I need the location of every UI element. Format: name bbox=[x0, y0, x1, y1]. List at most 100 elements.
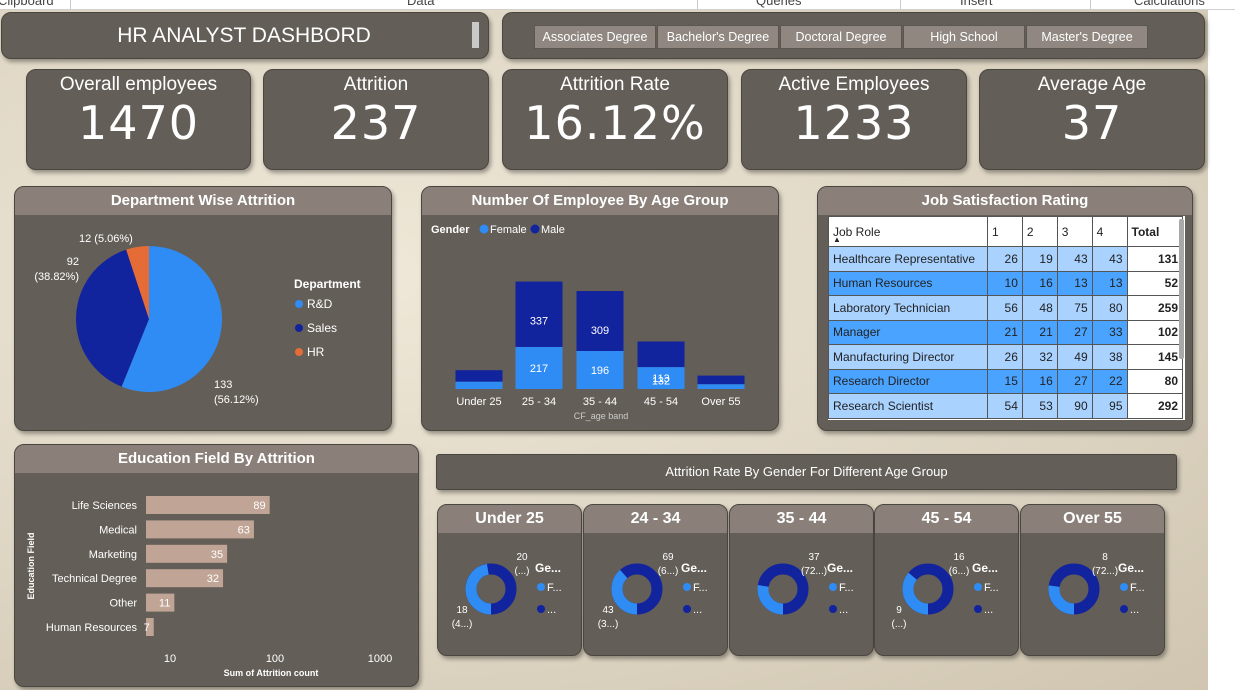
slicer-high-school[interactable]: High School bbox=[903, 25, 1025, 49]
ribbon-calculations[interactable]: Calculations bbox=[1134, 0, 1205, 8]
donut-legend-title: Ge... bbox=[681, 561, 707, 575]
cell-value: 22 bbox=[1091, 368, 1128, 394]
ribbon-clipboard[interactable]: Clipboard bbox=[0, 0, 54, 8]
table-row[interactable]: Human Resources 10 16 13 13 52 bbox=[828, 270, 1184, 296]
department-attrition-card: Department Wise Attrition 12 (5.06%) 92 … bbox=[14, 186, 392, 431]
cell-value: 27 bbox=[1056, 319, 1093, 345]
col-header-total[interactable]: Total bbox=[1126, 216, 1184, 247]
table-row[interactable]: Research Director 15 16 27 22 80 bbox=[828, 368, 1184, 394]
kpi-label: Overall employees bbox=[59, 74, 218, 95]
bar-data-label: 35 bbox=[211, 549, 223, 561]
bar-data-label: 32 bbox=[207, 573, 219, 585]
bar-female[interactable] bbox=[697, 384, 745, 389]
gender-donut-chart: 16 (6...) 9 (...) Ge... F...... bbox=[892, 552, 999, 630]
bar-male[interactable] bbox=[637, 341, 685, 368]
bar-data-label: 11 bbox=[159, 598, 170, 610]
legend-dot-male bbox=[974, 605, 982, 613]
table-row[interactable]: Laboratory Technician 56 48 75 80 259 bbox=[828, 295, 1184, 321]
education-slicer: Associates Degree Bachelor's Degree Doct… bbox=[502, 12, 1205, 59]
job-satisfaction-table-wrap: Job Role ▲ 1 2 3 4 Total Healthcare Repre… bbox=[828, 216, 1185, 420]
donut-label-male: 37 bbox=[808, 552, 820, 563]
donut-label-male-sub: (72...) bbox=[1092, 566, 1118, 577]
kpi-value: 237 bbox=[330, 96, 422, 150]
cell-value: 48 bbox=[1021, 295, 1058, 321]
donut-label-female: 43 bbox=[602, 605, 614, 616]
x-axis-label: CF_age band bbox=[574, 411, 629, 421]
cell-value: 21 bbox=[987, 319, 1023, 345]
bar-female[interactable] bbox=[455, 381, 503, 389]
education-field-bar-chart: Education Field Life Sciences 89 Medical 63… bbox=[26, 496, 392, 678]
bar-data-label: 337 bbox=[530, 316, 548, 328]
cell-job-role: Manufacturing Director bbox=[828, 344, 989, 370]
legend-dot-male bbox=[537, 605, 545, 613]
table-scrollbar[interactable] bbox=[1179, 219, 1184, 359]
pie-label-sales: 92 bbox=[67, 256, 79, 268]
header-scroll-handle[interactable] bbox=[472, 22, 479, 48]
bar-data-label: 196 bbox=[591, 365, 609, 377]
legend-item-male[interactable]: Male bbox=[541, 224, 565, 236]
bar-male[interactable] bbox=[576, 291, 624, 351]
page-title: HR ANALYST DASHBORD bbox=[117, 24, 371, 47]
table-row[interactable]: Manager 21 21 27 33 102 bbox=[828, 319, 1184, 345]
legend-item-hr[interactable]: HR bbox=[307, 345, 325, 359]
legend-item-female[interactable]: Female bbox=[490, 224, 527, 236]
legend-item-sales[interactable]: Sales bbox=[307, 321, 337, 335]
donut-legend-male: ... bbox=[1130, 604, 1139, 616]
y-tick-label: Medical bbox=[99, 524, 137, 536]
ribbon: Clipboard Data Queries Insert Calculatio… bbox=[0, 0, 1235, 10]
bar-male[interactable] bbox=[515, 281, 563, 347]
cell-total: 292 bbox=[1126, 393, 1184, 419]
cell-job-role: Laboratory Technician bbox=[828, 295, 989, 321]
legend-dot-male bbox=[530, 224, 540, 234]
age-group-card: Number Of Employee By Age Group Gender F… bbox=[421, 186, 779, 431]
kpi-label: Average Age bbox=[1037, 74, 1147, 95]
table-row[interactable]: Healthcare Representative 26 19 43 43 131 bbox=[828, 246, 1184, 272]
bar-education-field[interactable] bbox=[146, 496, 270, 514]
table-row[interactable]: Manufacturing Director 26 32 49 38 145 bbox=[828, 344, 1184, 370]
cell-value: 13 bbox=[1056, 270, 1093, 296]
donut-legend-title: Ge... bbox=[1118, 561, 1144, 575]
legend-dot-hr bbox=[295, 348, 303, 356]
x-tick-label: Over 55 bbox=[701, 396, 740, 408]
legend-dot-sales bbox=[295, 324, 303, 332]
col-header-2[interactable]: 2 bbox=[1021, 216, 1058, 247]
bar-male[interactable] bbox=[455, 370, 503, 382]
table-row[interactable]: Research Scientist 54 53 90 95 292 bbox=[828, 393, 1184, 419]
cell-value: 10 bbox=[987, 270, 1023, 296]
ribbon-queries[interactable]: Queries bbox=[756, 0, 802, 8]
cell-value: 16 bbox=[1021, 368, 1058, 394]
col-header-4[interactable]: 4 bbox=[1091, 216, 1128, 247]
slicer-bachelors-degree[interactable]: Bachelor's Degree bbox=[657, 25, 779, 49]
ribbon-insert[interactable]: Insert bbox=[960, 0, 993, 8]
cell-job-role: Manager bbox=[828, 319, 989, 345]
y-tick-label: Other bbox=[109, 598, 137, 610]
legend-dot-female bbox=[974, 583, 982, 591]
bar-data-label: 63 bbox=[238, 524, 250, 536]
cell-total: 145 bbox=[1126, 344, 1184, 370]
col-header-3[interactable]: 3 bbox=[1056, 216, 1093, 247]
col-header-1[interactable]: 1 bbox=[987, 216, 1023, 247]
dashboard-header: HR ANALYST DASHBORD bbox=[1, 12, 489, 59]
donut-label-male-sub: (72...) bbox=[801, 566, 827, 577]
donut-label-male: 16 bbox=[953, 552, 965, 563]
bar-data-label: 7 bbox=[144, 622, 150, 634]
cell-value: 75 bbox=[1056, 295, 1093, 321]
cell-value: 32 bbox=[1021, 344, 1058, 370]
cell-value: 43 bbox=[1056, 246, 1093, 272]
cell-value: 80 bbox=[1091, 295, 1128, 321]
col-header-job-role[interactable]: Job Role ▲ bbox=[828, 216, 989, 247]
bar-male[interactable] bbox=[697, 375, 745, 385]
ribbon-data[interactable]: Data bbox=[407, 0, 434, 8]
slicer-masters-degree[interactable]: Master's Degree bbox=[1026, 25, 1148, 49]
cell-value: 21 bbox=[1021, 319, 1058, 345]
donut-label-female-sub: (4...) bbox=[452, 619, 473, 630]
donut-label-female: 18 bbox=[456, 605, 468, 616]
donut-legend-title: Ge... bbox=[535, 561, 561, 575]
legend-dot-female bbox=[537, 583, 545, 591]
kpi-active-employees: Active Employees 1233 bbox=[741, 69, 967, 170]
cell-value: 38 bbox=[1091, 344, 1128, 370]
legend-item-rd[interactable]: R&D bbox=[307, 297, 333, 311]
slicer-associates-degree[interactable]: Associates Degree bbox=[534, 25, 656, 49]
cell-value: 56 bbox=[987, 295, 1023, 321]
slicer-doctoral-degree[interactable]: Doctoral Degree bbox=[780, 25, 902, 49]
